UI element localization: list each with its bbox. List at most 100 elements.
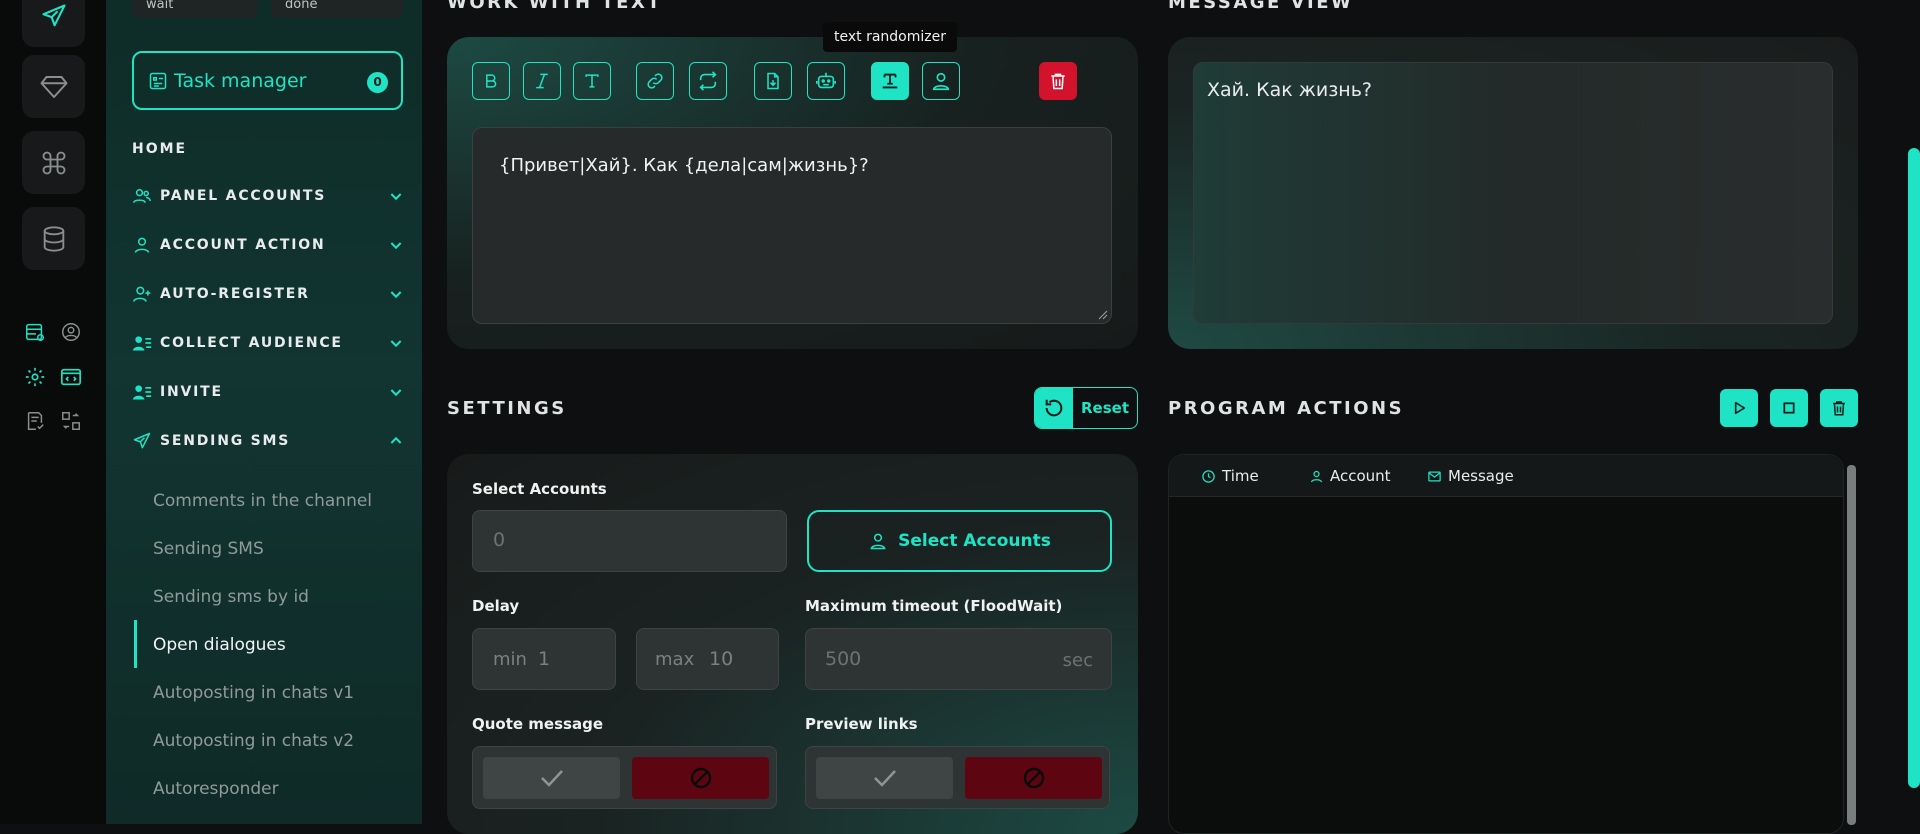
sidebar-item-sending-sms-by-id[interactable]: Sending sms by id — [153, 587, 309, 607]
reset-label: Reset — [1081, 399, 1129, 417]
stop-button[interactable] — [1770, 389, 1808, 427]
nav-sending-sms[interactable]: SENDING SMS — [132, 429, 404, 453]
reset-button[interactable]: Reset — [1034, 387, 1138, 429]
select-accounts-button[interactable]: Select Accounts — [807, 510, 1112, 572]
checklist-icon[interactable] — [22, 408, 48, 434]
nav-collect-audience[interactable]: COLLECT AUDIENCE — [132, 331, 404, 355]
sidebar-item-comments-channel[interactable]: Comments in the channel — [153, 491, 372, 511]
quote-on-button[interactable] — [483, 757, 620, 799]
chevron-down-icon — [388, 286, 404, 302]
text-randomizer-button[interactable] — [871, 62, 909, 100]
chevron-down-icon — [388, 237, 404, 253]
italic-button[interactable] — [523, 62, 561, 100]
delay-min-field[interactable]: min 1 — [472, 628, 616, 690]
nav-auto-register[interactable]: AUTO-REGISTER — [132, 282, 404, 306]
timeout-field[interactable]: 500 sec — [805, 628, 1112, 690]
user-icon — [868, 531, 888, 551]
send-icon[interactable] — [22, 0, 85, 47]
wait-field[interactable]: wait — [132, 0, 258, 18]
ban-icon — [1023, 767, 1044, 789]
user-circle-icon[interactable] — [58, 319, 84, 345]
task-manager-button[interactable]: Task manager 0 — [132, 51, 403, 110]
nav-label: COLLECT AUDIENCE — [160, 335, 343, 351]
user-icon — [932, 72, 950, 91]
message-view-title: MESSAGE VIEW — [1168, 0, 1354, 13]
delay-max-value: 10 — [709, 648, 734, 670]
nav-invite[interactable]: INVITE — [132, 380, 404, 404]
column-message: Message — [1427, 467, 1514, 485]
sidebar-item-sending-sms[interactable]: Sending SMS — [153, 539, 264, 559]
task-list-icon[interactable] — [22, 319, 48, 345]
robot-icon — [816, 72, 836, 89]
sidebar-item-autoresponder[interactable]: Autoresponder — [153, 779, 279, 799]
nav-panel-accounts[interactable]: PANEL ACCOUNTS — [132, 184, 404, 208]
file-import-button[interactable] — [754, 62, 792, 100]
chevron-down-icon — [388, 384, 404, 400]
column-label: Message — [1448, 467, 1514, 485]
code-window-icon[interactable] — [58, 364, 84, 390]
text-randomizer-icon — [882, 73, 898, 89]
quote-off-button[interactable] — [632, 757, 769, 799]
column-label: Time — [1222, 467, 1259, 485]
chevron-down-icon — [388, 188, 404, 204]
column-time: Time — [1201, 467, 1259, 485]
stop-icon — [1783, 402, 1795, 414]
link-button[interactable] — [636, 62, 674, 100]
delay-max-field[interactable]: max 10 — [636, 628, 779, 690]
repeat-button[interactable] — [689, 62, 727, 100]
active-indicator — [134, 620, 137, 668]
command-icon[interactable] — [22, 131, 85, 194]
chevron-up-icon — [388, 433, 404, 449]
settings-title: SETTINGS — [447, 398, 567, 419]
diamond-icon[interactable] — [22, 55, 85, 118]
bold-button[interactable] — [472, 62, 510, 100]
text-button[interactable] — [573, 62, 611, 100]
database-icon[interactable] — [22, 207, 85, 270]
delay-min-value: 1 — [538, 648, 551, 670]
bold-icon — [486, 74, 497, 88]
preview-off-button[interactable] — [965, 757, 1102, 799]
italic-icon — [536, 73, 548, 89]
done-field[interactable]: done — [271, 0, 403, 18]
delay-label: Delay — [472, 597, 520, 615]
text-icon — [585, 74, 599, 88]
sidebar-item-autoposting-v2[interactable]: Autoposting in chats v2 — [153, 731, 354, 751]
page-scrollbar[interactable] — [1908, 148, 1920, 788]
user-list-icon — [132, 382, 152, 402]
swap-icon[interactable] — [58, 408, 84, 434]
work-with-text-title: WORK WITH TEXT — [447, 0, 663, 13]
delay-max-prefix: max — [655, 649, 695, 670]
delete-text-button[interactable] — [1039, 62, 1077, 100]
column-label: Account — [1330, 467, 1391, 485]
accounts-count-field[interactable]: 0 — [472, 510, 787, 572]
repeat-icon — [699, 71, 717, 91]
resize-grip-icon[interactable] — [1098, 310, 1108, 320]
gear-icon[interactable] — [22, 364, 48, 390]
robot-button[interactable] — [807, 62, 845, 100]
sidebar-item-open-dialogues[interactable]: Open dialogues — [153, 635, 286, 655]
sidebar-item-autoposting-v1[interactable]: Autoposting in chats v1 — [153, 683, 354, 703]
nav-label: PANEL ACCOUNTS — [160, 188, 327, 204]
user-insert-button[interactable] — [922, 62, 960, 100]
nav-account-action[interactable]: ACCOUNT ACTION — [132, 233, 404, 257]
select-accounts-button-label: Select Accounts — [898, 531, 1051, 551]
clear-log-button[interactable] — [1820, 389, 1858, 427]
text-editor[interactable]: {Привет|Хай}. Как {дела|сам|жизнь}? — [472, 127, 1112, 324]
preview-on-button[interactable] — [816, 757, 953, 799]
nav-label: AUTO-REGISTER — [160, 286, 310, 302]
timeout-unit: sec — [1062, 650, 1093, 671]
check-icon — [540, 770, 563, 787]
task-manager-icon — [148, 71, 168, 91]
quote-message-label: Quote message — [472, 715, 603, 733]
nav-home[interactable]: HOME — [132, 141, 187, 157]
user-icon — [132, 235, 152, 255]
clock-icon — [1202, 469, 1215, 483]
timeout-value: 500 — [825, 648, 862, 670]
select-accounts-label: Select Accounts — [472, 480, 607, 498]
user-icon — [1310, 470, 1323, 482]
play-button[interactable] — [1720, 389, 1758, 427]
log-scrollbar[interactable] — [1847, 465, 1856, 825]
delay-min-prefix: min — [493, 649, 527, 670]
nav-label: SENDING SMS — [160, 433, 291, 449]
tooltip: text randomizer — [823, 22, 957, 52]
